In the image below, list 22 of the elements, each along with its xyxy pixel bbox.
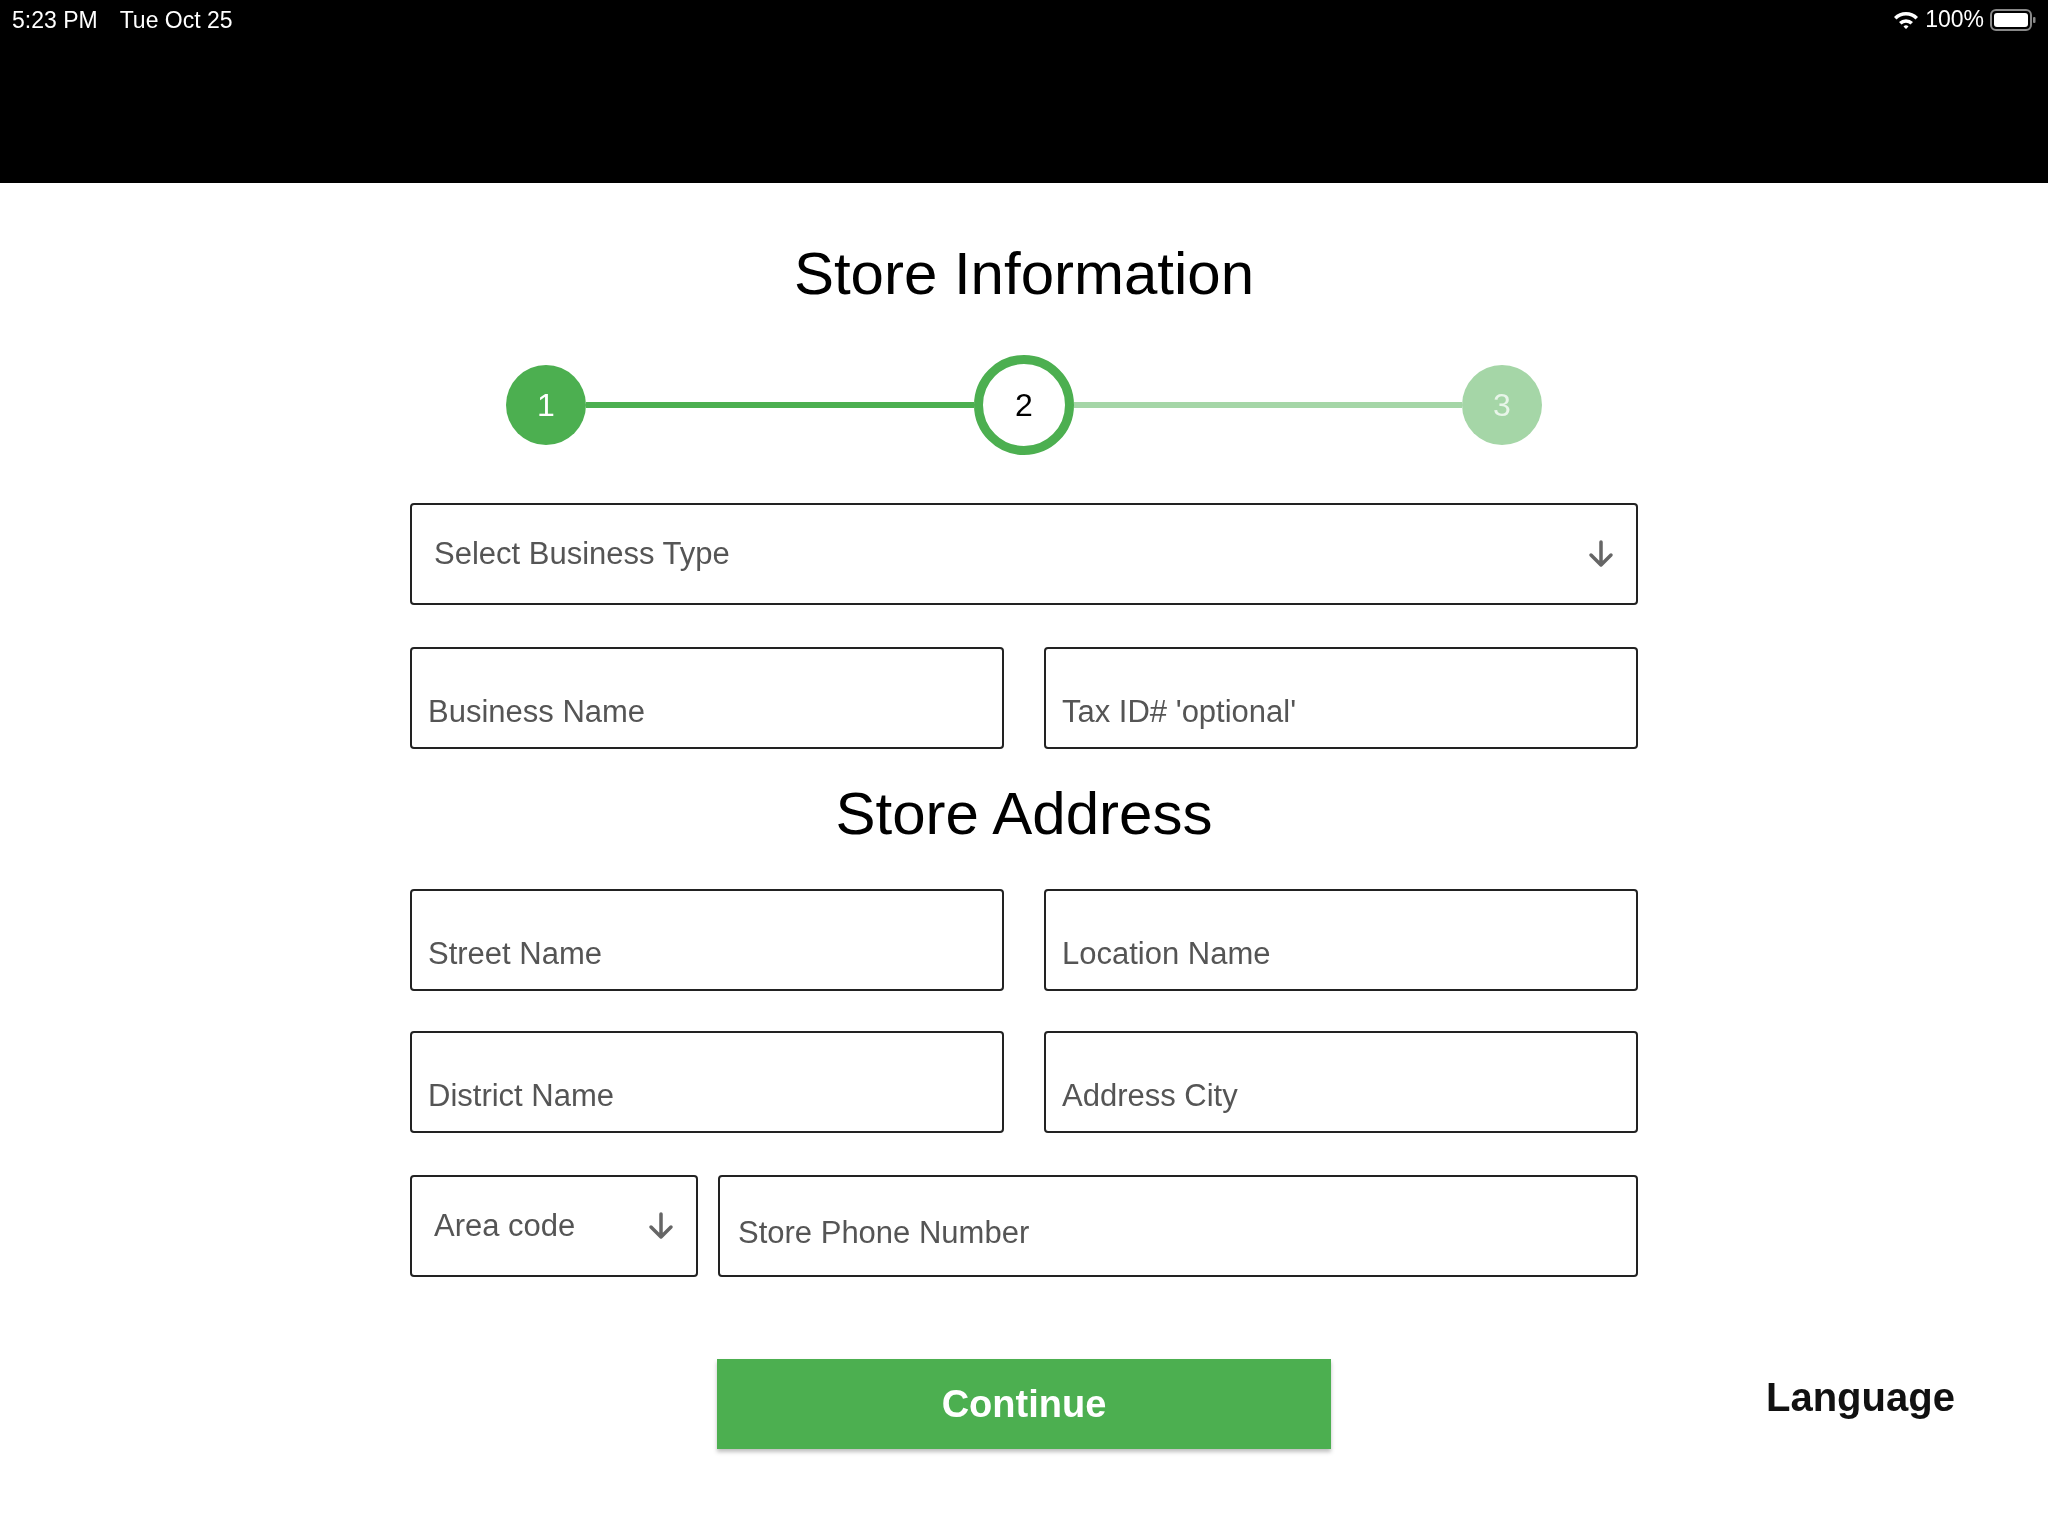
text-field[interactable]: District Name xyxy=(410,1031,1004,1133)
text-field[interactable]: Tax ID# 'optional' xyxy=(1044,647,1638,749)
step-circle: 1 xyxy=(506,365,586,445)
step-circle: 3 xyxy=(1462,365,1542,445)
business-type-dropdown[interactable]: Select Business Type xyxy=(410,503,1638,605)
status-time: 5:23 PM xyxy=(12,7,98,34)
step-circle: 2 xyxy=(974,355,1074,455)
battery-percent: 100% xyxy=(1925,6,1984,33)
text-field[interactable]: Business Name xyxy=(410,647,1004,749)
text-field[interactable]: Location Name xyxy=(1044,889,1638,991)
text-field[interactable]: Street Name xyxy=(410,889,1004,991)
battery-icon xyxy=(1990,8,2036,31)
section-title: Store Address xyxy=(834,779,1214,849)
arrow-down-icon xyxy=(648,1212,674,1240)
page-title: Store Information xyxy=(793,239,1255,309)
text-field[interactable]: Address City xyxy=(1044,1031,1638,1133)
wifi-icon xyxy=(1893,9,1920,30)
area-code-dropdown[interactable]: Area code xyxy=(410,1175,698,1277)
phone-field[interactable]: Store Phone Number xyxy=(718,1175,1638,1277)
arrow-down-icon xyxy=(1588,540,1614,568)
status-date: Tue Oct 25 xyxy=(119,7,233,34)
language-button[interactable]: Language xyxy=(1766,1375,1955,1420)
